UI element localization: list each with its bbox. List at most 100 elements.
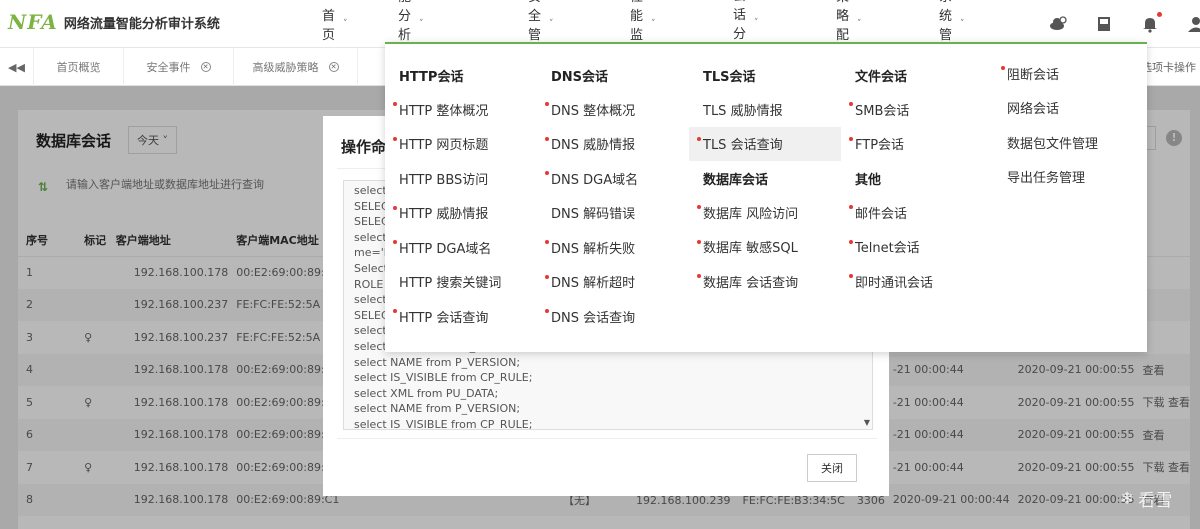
tab-label: 高级威胁策略	[252, 61, 319, 74]
tab-apt-policy[interactable]: 高级威胁策略 ✕	[234, 48, 358, 86]
modal-title: 操作命	[341, 138, 387, 156]
menu-item-label: 数据库 敏感SQL	[703, 241, 798, 256]
menu-item-label: 阻断会话	[1007, 67, 1060, 83]
menu-item-label: HTTP 网页标题	[399, 138, 489, 153]
logo[interactable]: NFA 网络流量智能分析审计系统	[8, 10, 220, 34]
new-dot-icon	[849, 205, 853, 209]
new-dot-icon	[393, 309, 397, 313]
menu-group-title: HTTP会话	[399, 70, 464, 85]
menu-item-label: 数据库 风险访问	[703, 206, 799, 222]
menu-item-label: DNS 解析失败	[551, 241, 636, 257]
tab-label: 首页概览	[56, 61, 101, 74]
tab-label: 安全事件	[146, 61, 191, 74]
watermark-text: 看雪	[1138, 491, 1173, 511]
menu-item[interactable]: FTP会话	[841, 127, 993, 161]
menu-item[interactable]: HTTP 整体概况	[385, 92, 537, 126]
menu-item-label: TLS 会话查询	[703, 138, 783, 153]
menu-item[interactable]: DNS 解析失败	[537, 230, 689, 264]
sql-line: select NAME from P_VERSION;	[354, 402, 521, 416]
chevron-down-icon: ˅	[651, 19, 656, 29]
nav-item-4[interactable]: 会话分析˅	[733, 0, 759, 61]
session-analysis-dropdown: HTTP会话 HTTP 整体概况 HTTP 网页标题 HTTP BBS访问 HTTP 威…	[385, 42, 1147, 352]
divider	[337, 438, 877, 439]
menu-column: 文件会话 SMB会话 FTP会话 其他 邮件会话 Telnet会话 即时通讯会话	[841, 44, 993, 352]
nav-item-5[interactable]: 策略配置˅	[836, 0, 862, 62]
tab-home[interactable]: 首页概览	[34, 48, 124, 86]
tab-security-events[interactable]: 安全事件 ✕	[124, 48, 234, 86]
menu-item[interactable]: DNS DGA域名	[537, 161, 689, 195]
menu-item-label: 数据库 会话查询	[703, 275, 799, 291]
menu-item[interactable]: HTTP DGA域名	[385, 230, 537, 264]
menu-column: 阻断会话网络会话数据包文件管理 导出任务管理	[993, 44, 1147, 352]
menu-item-label: DNS 威胁情报	[551, 138, 636, 153]
menu-group-title: 数据库会话	[703, 173, 769, 188]
menu-item[interactable]: 数据库 敏感SQL	[689, 230, 841, 264]
new-dot-icon	[697, 239, 701, 244]
close-button[interactable]: 关闭	[807, 454, 857, 482]
cloud-user-icon[interactable]	[1048, 14, 1068, 34]
menu-item-label: 网络会话	[1007, 102, 1060, 117]
chevron-down-icon: ˅	[754, 18, 759, 28]
new-dot-icon	[849, 274, 853, 278]
notification-dot	[1157, 12, 1162, 17]
sql-line: select NAME from P_VERSION;	[354, 355, 521, 369]
nav-item-0[interactable]: 首页 ˅	[322, 0, 348, 48]
tabs-scroll-left-icon[interactable]: ◀◀	[0, 48, 34, 86]
menu-item-label: HTTP 搜索关键词	[399, 276, 502, 291]
tab-close-icon[interactable]: ✕	[328, 62, 339, 72]
tab-operations[interactable]: 选项卡操作	[1141, 48, 1200, 86]
menu-item-label: SMB会话	[855, 103, 910, 119]
menu-item-label: HTTP 整体概况	[399, 103, 489, 119]
nav-item-2[interactable]: 安全管理˅	[528, 0, 554, 62]
menu-group-title: 文件会话	[855, 70, 908, 85]
menu-item[interactable]: 阻断会话	[993, 56, 1147, 90]
menu-item-label: DNS DGA域名	[551, 172, 639, 188]
nav-item-3[interactable]: 性能监控˅	[630, 0, 656, 62]
menu-item[interactable]: HTTP 网页标题	[385, 127, 537, 161]
scroll-down-icon[interactable]: ▼	[864, 418, 870, 427]
nav-item-1[interactable]: 智能分析报告˅	[398, 0, 424, 81]
menu-item-label: HTTP 威胁情报	[399, 207, 489, 222]
sql-line: select IS_VISIBLE from CP_RULE;	[354, 417, 533, 430]
menu-item[interactable]: 网络会话	[993, 91, 1147, 125]
menu-item[interactable]: HTTP 会话查询	[385, 299, 537, 333]
menu-item[interactable]: 数据包文件管理	[993, 125, 1147, 159]
menu-item[interactable]: Telnet会话	[841, 230, 993, 264]
bell-icon[interactable]	[1140, 12, 1162, 34]
tab-close-icon[interactable]: ✕	[200, 62, 211, 72]
menu-item[interactable]: TLS 威胁情报	[689, 92, 841, 126]
menu-item-label: HTTP DGA域名	[399, 241, 492, 257]
menu-item[interactable]: 数据库 会话查询	[689, 264, 841, 298]
user-icon[interactable]	[1186, 14, 1200, 34]
new-dot-icon	[545, 274, 549, 279]
menu-item[interactable]: DNS 解析超时	[537, 265, 689, 299]
nav-item-6[interactable]: 系统管理˅	[939, 0, 965, 62]
menu-item[interactable]: 数据库 风险访问	[689, 195, 841, 229]
chevron-down-icon: ˅	[857, 19, 862, 29]
menu-column: TLS会话 TLS 威胁情报 TLS 会话查询 数据库会话 数据库 风险访问 数据库 敏感…	[689, 44, 841, 352]
new-dot-icon	[545, 309, 549, 313]
menu-item[interactable]: SMB会话	[841, 92, 993, 126]
new-dot-icon	[393, 205, 397, 210]
menu-item[interactable]: HTTP 搜索关键词	[385, 265, 537, 299]
sql-line: select IS_VISIBLE from CP_RULE;	[354, 371, 533, 385]
new-dot-icon	[545, 136, 549, 141]
new-dot-icon	[545, 171, 549, 175]
menu-item[interactable]: DNS 解码错误	[537, 196, 689, 230]
menu-item[interactable]: 即时通讯会话	[841, 264, 993, 298]
new-dot-icon	[393, 240, 397, 244]
menu-item[interactable]: HTTP BBS访问	[385, 161, 537, 195]
menu-item-label: 即时通讯会话	[855, 275, 934, 291]
menu-item[interactable]: DNS 整体概况	[537, 92, 689, 126]
menu-item[interactable]: 邮件会话	[841, 195, 993, 229]
new-dot-icon	[1001, 66, 1005, 70]
menu-item[interactable]: HTTP 威胁情报	[385, 196, 537, 230]
menu-item[interactable]: DNS 会话查询	[537, 299, 689, 333]
menu-item[interactable]: DNS 威胁情报	[537, 127, 689, 161]
new-dot-icon	[545, 102, 549, 106]
menu-item[interactable]: 导出任务管理	[993, 160, 1147, 194]
book-icon[interactable]	[1094, 14, 1114, 34]
logo-mark: NFA	[8, 10, 58, 34]
menu-item-label: DNS 解析超时	[551, 276, 636, 291]
menu-item[interactable]: TLS 会话查询	[689, 126, 841, 161]
